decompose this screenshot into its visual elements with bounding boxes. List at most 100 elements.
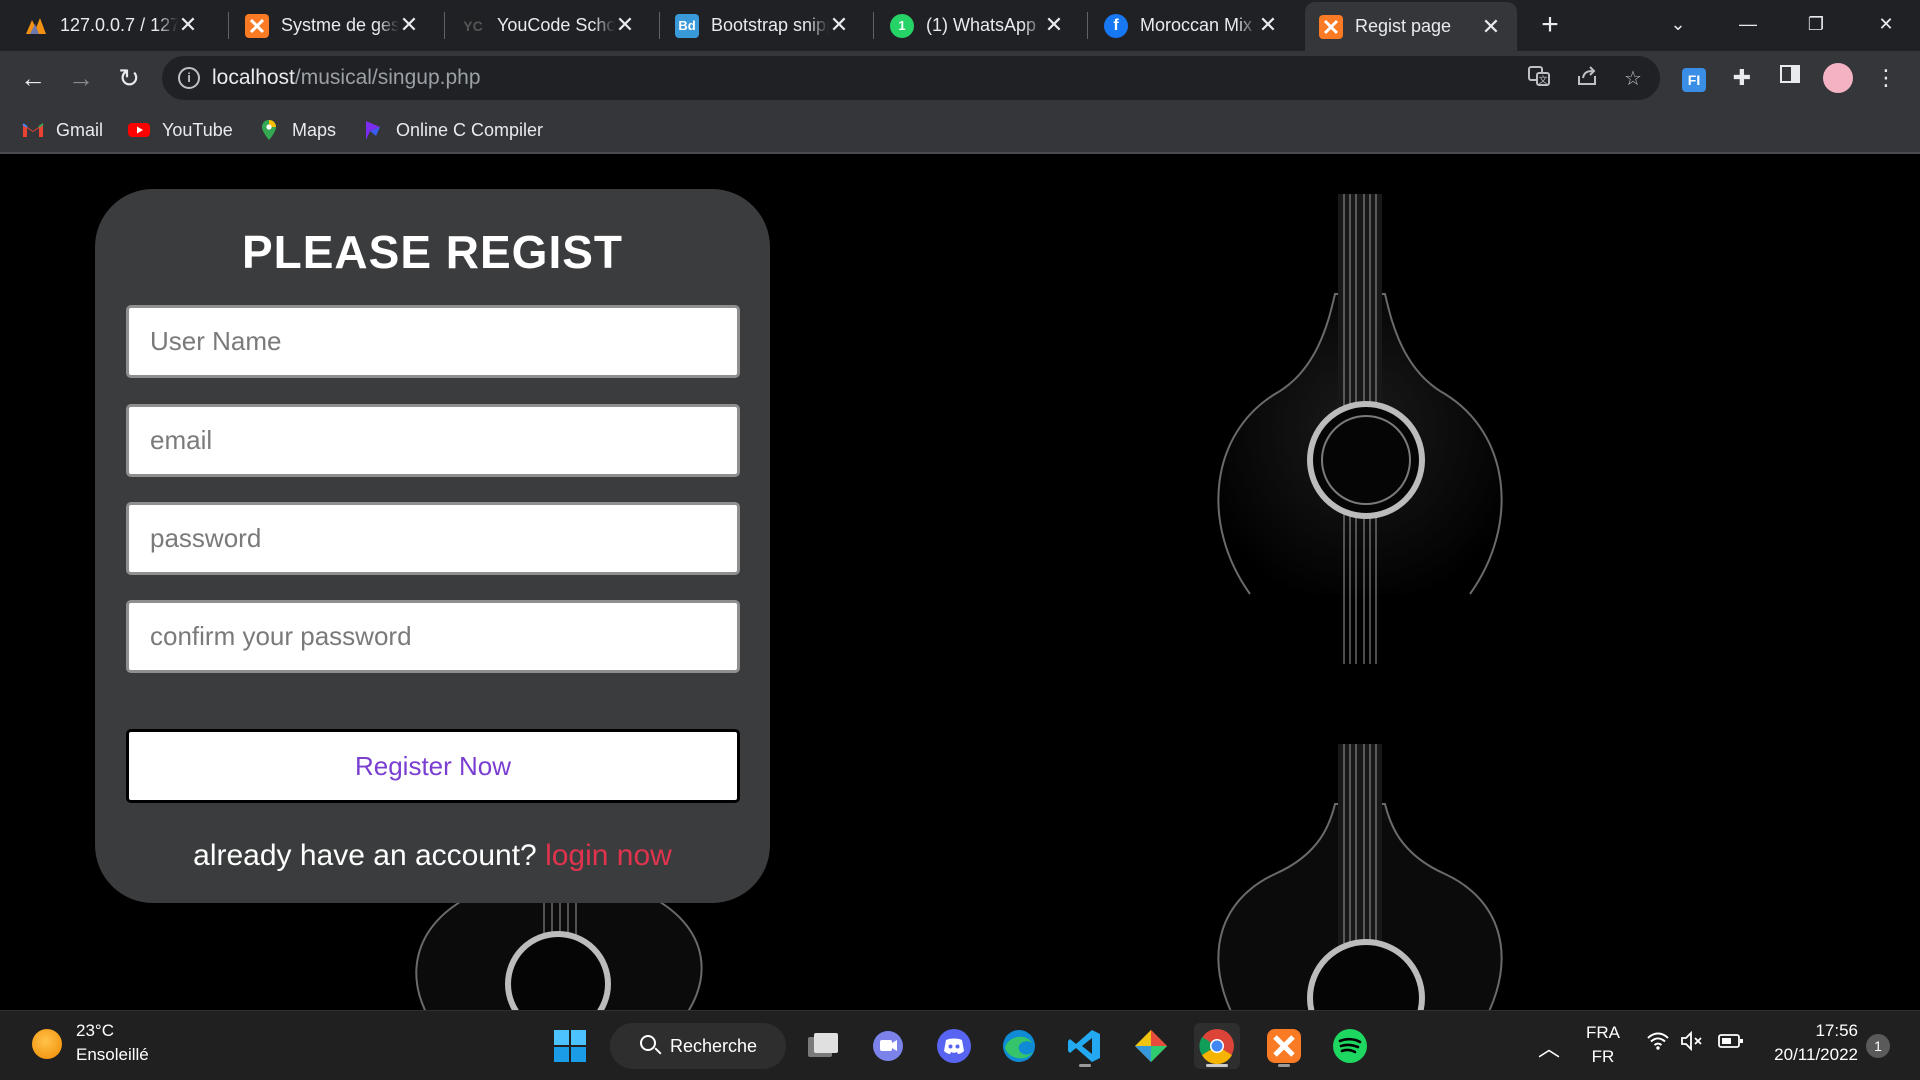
tab-divider (1087, 12, 1088, 39)
email-field[interactable] (126, 404, 740, 477)
forward-button[interactable]: → (62, 59, 100, 97)
xampp-button[interactable] (1261, 1023, 1307, 1069)
new-tab-button[interactable]: + (1532, 8, 1568, 44)
spotify-icon (1333, 1029, 1367, 1063)
browser-toolbar: ← → ↻ i localhost/musical/singup.php 文 ☆… (0, 51, 1920, 106)
close-icon[interactable]: ✕ (827, 13, 851, 37)
vscode-icon (1068, 1030, 1100, 1062)
tab-regist-page[interactable]: Regist page ✕ (1305, 2, 1517, 51)
taskbar-search[interactable]: Recherche (610, 1023, 786, 1069)
tab-search-chevron-icon[interactable]: ⌄ (1654, 6, 1702, 42)
sun-icon (32, 1029, 62, 1059)
language-code: FRA (1586, 1023, 1620, 1042)
taskbar-search-label: Recherche (670, 1036, 758, 1056)
menu-kebab-icon[interactable]: ⋮ (1868, 60, 1904, 96)
bookmark-youtube[interactable]: YouTube (128, 116, 233, 144)
tab-divider (228, 12, 229, 39)
compiler-icon (362, 119, 384, 141)
translate-icon[interactable]: 文 (1524, 64, 1554, 94)
tab-divider (444, 12, 445, 39)
password-field[interactable] (126, 502, 740, 575)
extensions-puzzle-icon[interactable]: ✚ (1724, 60, 1760, 96)
tab-title: Moroccan Mix (1140, 15, 1253, 35)
youcode-icon: YC (463, 17, 483, 34)
guitar-background-image (1217, 194, 1503, 664)
tab-bootstrap-snippets[interactable]: Bd Bootstrap snippets ✕ (675, 0, 865, 51)
tab-divider (659, 12, 660, 39)
svg-text:文: 文 (1538, 74, 1547, 86)
volume-muted-icon[interactable] (1680, 1030, 1706, 1056)
wifi-icon[interactable] (1646, 1031, 1670, 1056)
notification-badge[interactable]: 1 (1866, 1034, 1890, 1058)
gmail-icon (22, 119, 44, 141)
teams-chat-button[interactable] (865, 1023, 911, 1069)
bookmark-label: YouTube (162, 119, 233, 140)
weather-temperature: 23°C (76, 1021, 114, 1040)
tab-phpmyadmin[interactable]: 127.0.0.7 / 127.0.0.7 ✕ (24, 0, 214, 51)
share-icon[interactable] (1572, 64, 1602, 94)
discord-button[interactable] (931, 1023, 977, 1069)
close-icon[interactable]: ✕ (176, 13, 200, 37)
confirm-password-field[interactable] (126, 600, 740, 673)
tab-moroccan-mix[interactable]: f Moroccan Mix ✕ (1104, 0, 1294, 51)
tab-divider (873, 12, 874, 39)
xampp-icon (245, 13, 269, 38)
edge-icon (1003, 1030, 1035, 1062)
windows-taskbar: 23°C Ensoleillé Recherche ︿ FRA FR 17:56… (0, 1010, 1920, 1080)
close-icon[interactable]: ✕ (397, 13, 421, 37)
gitkraken-button[interactable] (1128, 1023, 1174, 1069)
form-title: PLEASE REGIST (241, 226, 624, 278)
close-icon[interactable]: ✕ (1256, 13, 1280, 37)
task-view-button[interactable] (800, 1023, 846, 1069)
close-icon[interactable]: ✕ (1042, 13, 1066, 37)
vscode-button[interactable] (1062, 1023, 1108, 1069)
restore-button[interactable]: ❐ (1792, 6, 1840, 42)
extension-fi-icon[interactable]: FI (1676, 60, 1712, 96)
weather-description: Ensoleillé (76, 1045, 149, 1064)
facebook-icon: f (1104, 13, 1128, 38)
tab-youcode[interactable]: YC YouCode School ✕ (461, 0, 651, 51)
battery-icon[interactable] (1718, 1032, 1744, 1055)
register-now-button[interactable]: Register Now (126, 729, 740, 803)
info-icon[interactable]: i (178, 67, 200, 89)
bookmark-online-c-compiler[interactable]: Online C Compiler (362, 116, 543, 144)
tab-title: Bootstrap snippets (711, 15, 829, 35)
edge-button[interactable] (996, 1023, 1042, 1069)
tab-title: (1) WhatsApp (926, 15, 1037, 35)
phpmyadmin-icon (24, 14, 48, 38)
bookmark-gmail[interactable]: Gmail (22, 116, 103, 144)
spotify-button[interactable] (1327, 1023, 1373, 1069)
bookmark-label: Maps (292, 119, 337, 140)
bookmark-star-icon[interactable]: ☆ (1618, 64, 1648, 94)
username-field[interactable] (126, 305, 740, 378)
start-button[interactable] (547, 1023, 593, 1069)
maps-icon (258, 119, 280, 141)
profile-avatar[interactable] (1820, 60, 1856, 96)
chrome-button[interactable] (1194, 1023, 1240, 1069)
minimize-button[interactable]: — (1724, 6, 1772, 42)
side-panel-icon[interactable] (1772, 60, 1808, 96)
language-indicator[interactable]: FRA FR (1586, 1023, 1620, 1067)
back-button[interactable]: ← (14, 59, 52, 97)
show-hidden-icons-chevron-icon[interactable]: ︿ (1538, 1031, 1560, 1063)
close-icon[interactable]: ✕ (613, 13, 637, 37)
keyboard-layout-code: FR (1591, 1047, 1615, 1066)
clock[interactable]: 17:56 20/11/2022 (1764, 1021, 1858, 1065)
tab-title: Systme de gestion (281, 15, 399, 35)
close-window-button[interactable]: ✕ (1862, 6, 1910, 42)
bootsnipp-icon: Bd (675, 13, 699, 38)
tab-systme-de-gestion[interactable]: Systme de gestion ✕ (245, 0, 435, 51)
bookmark-maps[interactable]: Maps (258, 116, 336, 144)
youtube-icon (128, 119, 150, 141)
close-icon[interactable]: ✕ (1479, 15, 1503, 39)
login-now-link[interactable]: login now (545, 839, 672, 872)
address-url[interactable]: localhost/musical/singup.php (212, 66, 481, 90)
tab-whatsapp[interactable]: 1 (1) WhatsApp ✕ (890, 0, 1080, 51)
tab-strip: 127.0.0.7 / 127.0.0.7 ✕ Systme de gestio… (0, 0, 1920, 51)
address-bar[interactable]: i localhost/musical/singup.php 文 ☆ (162, 56, 1660, 100)
reload-button[interactable]: ↻ (110, 59, 148, 97)
running-indicator (1278, 1064, 1290, 1067)
bookmarks-bar: Gmail YouTube Maps Online C Compiler (0, 106, 1920, 154)
windows-icon (554, 1030, 586, 1062)
guitar-background-image (1217, 744, 1503, 1010)
